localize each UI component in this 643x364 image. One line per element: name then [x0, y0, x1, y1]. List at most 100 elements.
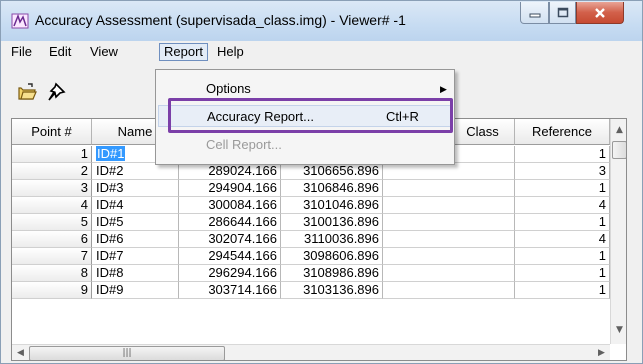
- name-cell[interactable]: ID#2: [92, 163, 179, 180]
- vertical-scrollbar[interactable]: ▲ ▼: [610, 119, 626, 344]
- class-cell[interactable]: [383, 214, 515, 231]
- class-cell[interactable]: [383, 180, 515, 197]
- cell-value: 286644.166: [208, 214, 277, 229]
- y-cell[interactable]: 3100136.896: [281, 214, 383, 231]
- horizontal-scroll-thumb[interactable]: |||: [29, 346, 225, 360]
- x-cell[interactable]: 296294.166: [179, 265, 281, 282]
- class-cell[interactable]: [383, 231, 515, 248]
- point-number-cell[interactable]: 6: [12, 231, 92, 248]
- horizontal-scrollbar[interactable]: ◀ ||| ▶: [12, 344, 610, 360]
- x-cell[interactable]: 289024.166: [179, 163, 281, 180]
- x-cell[interactable]: 294904.166: [179, 180, 281, 197]
- name-cell[interactable]: ID#4: [92, 197, 179, 214]
- cell-value: ID#1: [96, 146, 126, 161]
- cell-value: 3103136.896: [303, 282, 379, 297]
- name-cell[interactable]: ID#9: [92, 282, 179, 299]
- point-number-cell[interactable]: 4: [12, 197, 92, 214]
- cell-value: 1: [80, 146, 88, 161]
- point-number-cell[interactable]: 1: [12, 146, 92, 163]
- column-header-reference[interactable]: Reference: [515, 119, 610, 145]
- maximize-button[interactable]: [549, 2, 576, 24]
- name-cell[interactable]: ID#6: [92, 231, 179, 248]
- class-cell[interactable]: [383, 282, 515, 299]
- reference-cell[interactable]: 1: [515, 146, 610, 163]
- cell-value: 294904.166: [208, 180, 277, 195]
- submenu-arrow-icon: ▶: [440, 84, 447, 94]
- point-number-cell[interactable]: 7: [12, 248, 92, 265]
- cell-value: 289024.166: [208, 163, 277, 178]
- table-row[interactable]: 8 ID#8 296294.166 3108986.896 1: [12, 265, 612, 282]
- cell-value: 3106846.896: [303, 180, 379, 195]
- y-cell[interactable]: 3106846.896: [281, 180, 383, 197]
- column-header-class[interactable]: Class: [451, 119, 515, 145]
- cell-value: 3106656.896: [303, 163, 379, 178]
- class-cell[interactable]: [383, 265, 515, 282]
- x-cell[interactable]: 294544.166: [179, 248, 281, 265]
- scroll-right-icon[interactable]: ▶: [594, 348, 609, 358]
- y-cell[interactable]: 3098606.896: [281, 248, 383, 265]
- x-cell[interactable]: 300084.166: [179, 197, 281, 214]
- reference-cell[interactable]: 4: [515, 231, 610, 248]
- point-number-cell[interactable]: 9: [12, 282, 92, 299]
- open-folder-icon[interactable]: [17, 82, 37, 102]
- class-cell[interactable]: [383, 248, 515, 265]
- reference-cell[interactable]: 1: [515, 248, 610, 265]
- reference-cell[interactable]: 1: [515, 180, 610, 197]
- y-cell[interactable]: 3110036.896: [281, 231, 383, 248]
- point-number-cell[interactable]: 5: [12, 214, 92, 231]
- reference-cell[interactable]: 1: [515, 214, 610, 231]
- menu-view[interactable]: View: [86, 43, 122, 61]
- cell-value: 3110036.896: [304, 231, 379, 246]
- reference-cell[interactable]: 1: [515, 265, 610, 282]
- cell-value: ID#4: [96, 197, 124, 212]
- cell-value: 3: [598, 163, 606, 178]
- point-number-cell[interactable]: 8: [12, 265, 92, 282]
- class-cell[interactable]: [383, 197, 515, 214]
- table-row[interactable]: 3 ID#3 294904.166 3106846.896 1: [12, 180, 612, 197]
- reference-cell[interactable]: 4: [515, 197, 610, 214]
- table-row[interactable]: 6 ID#6 302074.166 3110036.896 4: [12, 231, 612, 248]
- reference-cell[interactable]: 3: [515, 163, 610, 180]
- menu-file[interactable]: File: [7, 43, 36, 61]
- table-row[interactable]: 5 ID#5 286644.166 3100136.896 1: [12, 214, 612, 231]
- class-cell[interactable]: [383, 163, 515, 180]
- y-cell[interactable]: 3108986.896: [281, 265, 383, 282]
- cell-value: ID#2: [96, 163, 124, 178]
- pin-icon[interactable]: [47, 82, 67, 102]
- table-row[interactable]: 9 ID#9 303714.166 3103136.896 1: [12, 282, 612, 299]
- name-cell[interactable]: ID#3: [92, 180, 179, 197]
- point-number-cell[interactable]: 2: [12, 163, 92, 180]
- menu-report[interactable]: Report: [159, 43, 209, 61]
- menu-help[interactable]: Help: [213, 43, 248, 61]
- cell-value: 3108986.896: [303, 265, 379, 280]
- close-button[interactable]: [576, 2, 624, 24]
- x-cell[interactable]: 303714.166: [179, 282, 281, 299]
- scroll-down-icon[interactable]: ▼: [612, 325, 626, 335]
- y-cell[interactable]: 3101046.896: [281, 197, 383, 214]
- menu-item-options[interactable]: Options ▶: [158, 78, 452, 100]
- cell-value: ID#5: [96, 214, 124, 229]
- minimize-icon: [529, 13, 540, 17]
- y-cell[interactable]: 3106656.896: [281, 163, 383, 180]
- cell-value: ID#3: [96, 180, 124, 195]
- x-cell[interactable]: 286644.166: [179, 214, 281, 231]
- reference-cell[interactable]: 1: [515, 282, 610, 299]
- vertical-scroll-thumb[interactable]: [612, 141, 626, 159]
- cell-value: 1: [598, 180, 606, 195]
- name-cell[interactable]: ID#7: [92, 248, 179, 265]
- point-number-cell[interactable]: 3: [12, 180, 92, 197]
- cell-value: 6: [80, 231, 88, 246]
- table-row[interactable]: 4 ID#4 300084.166 3101046.896 4: [12, 197, 612, 214]
- scroll-left-icon[interactable]: ◀: [13, 348, 28, 358]
- name-cell[interactable]: ID#8: [92, 265, 179, 282]
- name-cell[interactable]: ID#5: [92, 214, 179, 231]
- menu-item-cell-report[interactable]: Cell Report...: [158, 134, 452, 156]
- table-row[interactable]: 2 ID#2 289024.166 3106656.896 3: [12, 163, 612, 180]
- scroll-up-icon[interactable]: ▲: [612, 125, 626, 135]
- x-cell[interactable]: 302074.166: [179, 231, 281, 248]
- menu-edit[interactable]: Edit: [45, 43, 75, 61]
- minimize-button[interactable]: [520, 2, 549, 24]
- y-cell[interactable]: 3103136.896: [281, 282, 383, 299]
- table-row[interactable]: 7 ID#7 294544.166 3098606.896 1: [12, 248, 612, 265]
- column-header-point[interactable]: Point #: [12, 119, 92, 145]
